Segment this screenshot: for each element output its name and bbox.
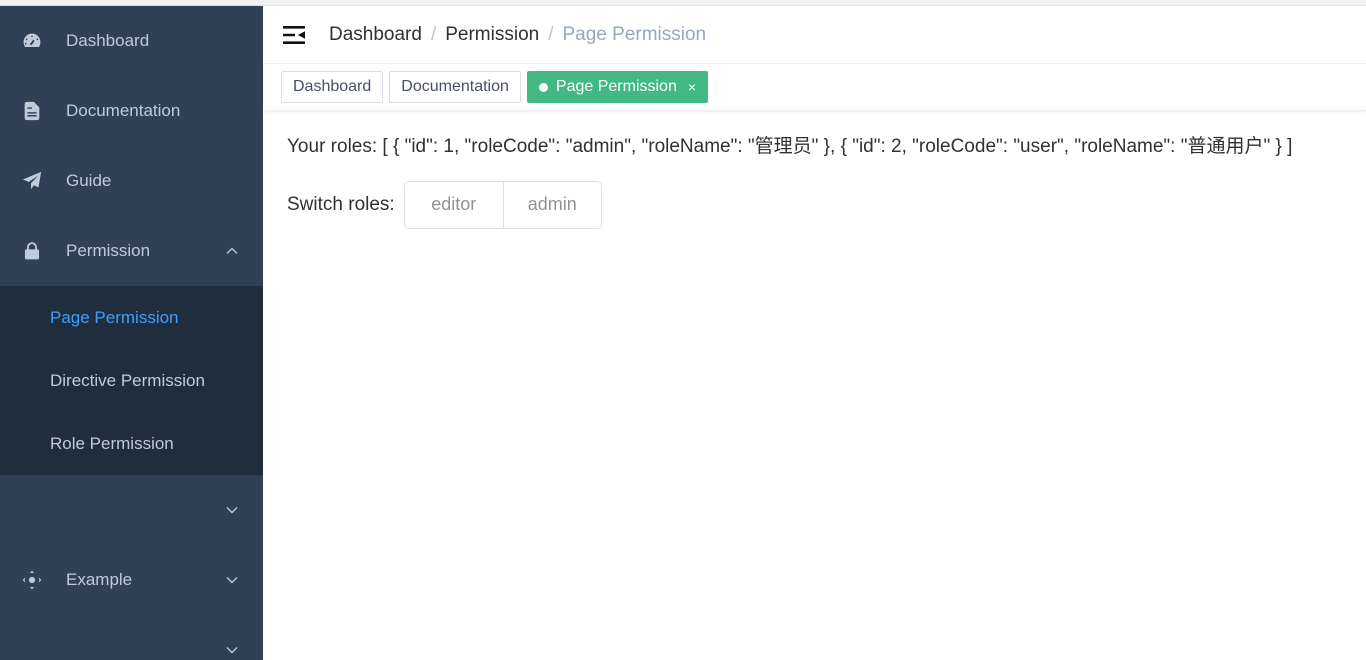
sidebar-item-blank-2[interactable]: [0, 615, 263, 660]
sidebar-item-blank-1[interactable]: [0, 475, 263, 545]
breadcrumb-separator: /: [548, 24, 554, 45]
active-dot-icon: [538, 82, 548, 92]
dashboard-icon: [20, 29, 44, 53]
sidebar-item-permission[interactable]: Permission: [0, 216, 263, 286]
sidebar-item-guide[interactable]: Guide: [0, 146, 263, 216]
tag-label: Dashboard: [293, 78, 372, 95]
component-icon: [20, 568, 44, 592]
sidebar-subitem-label: Role Permission: [50, 433, 174, 453]
chevron-down-icon: [226, 646, 238, 654]
tag-documentation[interactable]: Documentation: [389, 71, 521, 103]
sidebar-item-directive-permission[interactable]: Directive Permission: [0, 349, 263, 412]
tags-view: Dashboard Documentation Page Permission …: [263, 64, 1366, 111]
paper-plane-icon: [20, 169, 44, 193]
breadcrumb-item-dashboard[interactable]: Dashboard: [329, 25, 422, 44]
breadcrumb: Dashboard / Permission / Page Permission: [329, 25, 706, 44]
app-main: Your roles: [ { "id": 1, "roleCode": "ad…: [263, 111, 1366, 228]
tag-dashboard[interactable]: Dashboard: [281, 71, 384, 103]
your-roles-text: Your roles: [ { "id": 1, "roleCode": "ad…: [287, 136, 1293, 157]
sidebar-subitem-label: Directive Permission: [50, 370, 205, 390]
sidebar-subitem-label: Page Permission: [50, 307, 179, 327]
fold-menu-icon[interactable]: [281, 22, 307, 48]
document-icon: [20, 99, 44, 123]
chevron-up-icon: [226, 247, 238, 255]
role-option-editor[interactable]: editor: [404, 181, 503, 228]
sidebar-item-label: Dashboard: [66, 31, 150, 50]
lock-icon: [20, 239, 44, 263]
switch-roles-row: Switch roles: editor admin: [287, 181, 1342, 228]
sidebar-item-documentation[interactable]: Documentation: [0, 76, 263, 146]
sidebar-item-role-permission[interactable]: Role Permission: [0, 412, 263, 475]
sidebar-submenu-permission: Page Permission Directive Permission Rol…: [0, 286, 263, 475]
app-root: Dashboard Documentation Guide Permission…: [0, 6, 1366, 660]
sidebar-item-label: Documentation: [66, 101, 181, 120]
switch-roles-label: Switch roles:: [287, 193, 395, 215]
main-container: Dashboard / Permission / Page Permission…: [263, 6, 1366, 660]
role-radio-group: editor admin: [404, 181, 601, 228]
chevron-down-icon: [226, 506, 238, 514]
breadcrumb-separator: /: [430, 24, 437, 45]
tag-page-permission[interactable]: Page Permission ×: [526, 71, 709, 103]
sidebar-item-page-permission[interactable]: Page Permission: [0, 286, 263, 349]
chevron-down-icon: [226, 576, 238, 584]
sidebar-item-example[interactable]: Example: [0, 545, 263, 615]
breadcrumb-item-permission[interactable]: Permission: [445, 25, 539, 44]
sidebar-item-dashboard[interactable]: Dashboard: [0, 6, 263, 76]
breadcrumb-item-page-permission: Page Permission: [562, 24, 707, 45]
tag-label: Page Permission: [555, 78, 677, 95]
sidebar: Dashboard Documentation Guide Permission…: [0, 6, 263, 660]
role-option-admin[interactable]: admin: [502, 181, 601, 228]
tag-label: Documentation: [401, 78, 509, 95]
sidebar-item-label: Guide: [66, 171, 112, 190]
navbar: Dashboard / Permission / Page Permission: [263, 6, 1366, 64]
close-icon[interactable]: ×: [688, 80, 696, 94]
